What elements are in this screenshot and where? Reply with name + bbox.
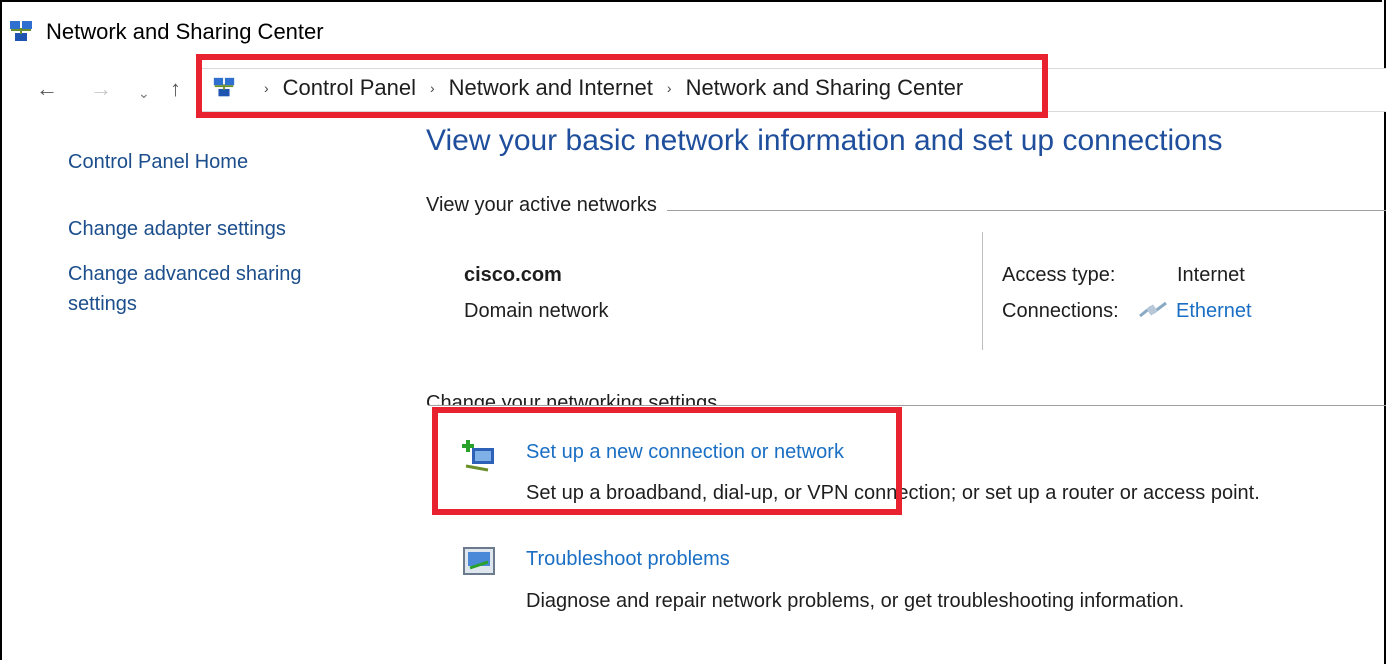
ethernet-icon [1139,301,1167,318]
active-networks-label: View your active networks [426,194,667,217]
change-settings-label: Change your networking settings [426,389,728,405]
troubleshoot-icon [463,547,495,575]
troubleshoot-link[interactable]: Troubleshoot problems [526,545,730,573]
sidebar-link-change-advanced-sharing[interactable]: Change advanced sharing [68,259,302,289]
troubleshoot-description: Diagnose and repair network problems, or… [526,590,1185,612]
window-title: Network and Sharing Center [46,19,324,44]
highlight-box-setup [432,407,902,515]
sidebar-link-control-panel-home[interactable]: Control Panel Home [68,147,248,177]
up-button[interactable]: ↑ [170,74,181,104]
access-type-value: Internet [1177,264,1245,286]
ethernet-link[interactable]: Ethernet [1176,297,1252,325]
sidebar-link-change-adapter-settings[interactable]: Change adapter settings [68,214,286,244]
network-name: cisco.com [464,264,562,286]
network-divider [982,232,983,350]
network-center-icon [10,21,32,41]
access-type-label: Access type: [1002,264,1116,286]
page-title: View your basic network information and … [426,124,1223,157]
back-button[interactable]: ← [36,74,58,104]
recent-locations-button[interactable]: ⌄ [138,78,150,108]
sidebar-link-change-advanced-sharing-line2[interactable]: settings [68,289,137,319]
highlight-box-address [196,54,1048,118]
network-type: Domain network [464,300,609,322]
title-bar: Network and Sharing Center [8,12,324,52]
connections-label: Connections: [1002,300,1119,322]
forward-button[interactable]: → [90,74,112,104]
section-divider [428,405,1386,406]
